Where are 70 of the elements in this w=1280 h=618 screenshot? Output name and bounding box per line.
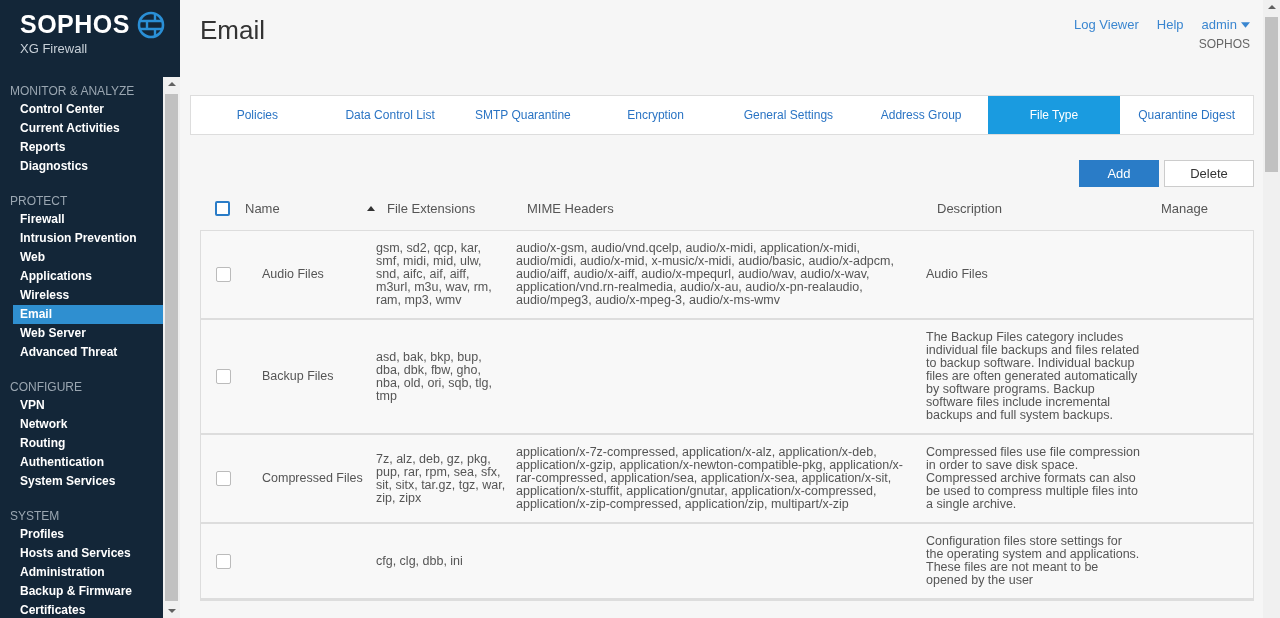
nav-item[interactable]: Network <box>13 415 163 434</box>
row-checkbox[interactable] <box>216 553 231 569</box>
nav-item[interactable]: Web <box>13 248 163 267</box>
nav-item[interactable]: Advanced Threat <box>13 343 163 362</box>
page-title: Email <box>200 15 265 47</box>
tab[interactable]: General Settings <box>722 96 855 134</box>
tab[interactable]: SMTP Quarantine <box>456 96 590 134</box>
nav-item[interactable]: Administration <box>13 563 163 582</box>
table-cell: Audio Files <box>926 267 988 281</box>
user-menu[interactable]: admin <box>1201 17 1250 32</box>
nav-section-heading: MONITOR & ANALYZE <box>9 83 136 100</box>
table-cell: asd, bak, bkp, bup, dba, dbk, fbw, gho, nba, old, ori, sqb, tlg, tmp <box>376 349 493 403</box>
column-header: File Extensions <box>387 201 476 216</box>
nav-item[interactable]: Certificates <box>13 601 163 618</box>
nav-item[interactable]: Email <box>13 305 163 324</box>
nav-item[interactable]: Control Center <box>13 100 163 119</box>
table-cell: gsm, sd2, qcp, kar, smf, midi, mid, ulw, snd, aifc, aif, aiff, m3url, m3u, wav, rm, ram, mp3, wmv <box>376 241 492 307</box>
table-cell: The Backup Files category includes individual file backups and files related to backup software. Individual backup files are often generated automatically by software programs. Backup software files include incremental backups and full system backups. <box>926 330 1140 422</box>
nav-item[interactable]: Intrusion Prevention <box>13 229 163 248</box>
table-cell: 7z, alz, deb, gz, pkg, pup, rar, rpm, sea, sfx, sit, sitx, tar.gz, tgz, war, zip, zipx <box>376 451 506 505</box>
table-cell: application/x-7z-compressed, application/x-alz, application/x-deb, application/x-gzip, application/x-newton-compatible-pkg, application/x-rar-compressed, application/sea, application/x-sea, application/x-sit, application/x-stuffit, application/gnutar, application/x-compressed, application/x-zip-compressed, application/zip, multipart/x-zip <box>516 445 903 511</box>
nav-section-heading: SYSTEM <box>9 508 61 525</box>
nav-item[interactable]: Routing <box>13 434 163 453</box>
nav-item[interactable]: Applications <box>13 267 163 286</box>
tab[interactable]: Encryption <box>589 96 722 134</box>
column-header[interactable]: Name <box>245 201 280 216</box>
tab[interactable]: Policies <box>191 96 324 134</box>
nav-item[interactable]: VPN <box>13 396 163 415</box>
organization-name: SOPHOS <box>1198 37 1250 51</box>
column-header: Manage <box>1161 201 1208 216</box>
nav-item[interactable]: Firewall <box>13 210 163 229</box>
globe-logo-icon <box>137 10 165 39</box>
table-cell: Compressed files use file compression in order to save disk space. Compressed archive formats can also be used to compress multiple files into a single archive. <box>926 445 1140 511</box>
tab[interactable]: Data Control List <box>323 96 457 134</box>
nav-item[interactable]: Hosts and Services <box>13 544 163 563</box>
nav-item[interactable]: Web Server <box>13 324 163 343</box>
header-link[interactable]: Log Viewer <box>1074 17 1139 32</box>
table-cell: cfg, clg, dbb, ini <box>376 553 463 568</box>
row-checkbox[interactable] <box>216 369 231 384</box>
column-header: MIME Headers <box>527 201 614 216</box>
row-checkbox[interactable] <box>216 267 231 282</box>
header-link[interactable]: Help <box>1156 17 1184 32</box>
nav-item[interactable]: Reports <box>13 138 163 157</box>
table-cell: audio/x-gsm, audio/vnd.qcelp, audio/x-midi, application/x-midi, audio/midi, audio/x-mid, x-music/x-midi, audio/basic, audio/x-adpcm, audio/aiff, audio/x-aiff, audio/x-mpequrl, audio/wav, audio/x-wav, application/vnd.rn-realmedia, audio/x-au, audio/x-pn-realaudio, audio/mpeg3, audio/x-mpeg-3, audio/x-ms-wmv <box>516 241 894 307</box>
logo-text: SOPHOS <box>20 10 130 39</box>
nav-item[interactable]: Wireless <box>13 286 163 305</box>
nav-item[interactable]: Current Activities <box>13 119 163 138</box>
nav-section-heading: CONFIGURE <box>9 379 83 396</box>
caret-icon <box>1241 21 1250 28</box>
row-checkbox[interactable] <box>216 471 231 486</box>
tab[interactable]: Address Group <box>854 96 988 134</box>
nav-item[interactable]: System Services <box>13 472 163 491</box>
table-cell: Audio Files <box>262 267 324 281</box>
tab[interactable]: Quarantine Digest <box>1120 96 1253 134</box>
select-all-checkbox[interactable] <box>215 201 230 216</box>
nav-item[interactable]: Authentication <box>13 453 163 472</box>
table-cell: Backup Files <box>262 369 334 383</box>
sidebar-scrollbar[interactable] <box>163 77 180 618</box>
nav-item[interactable]: Profiles <box>13 525 163 544</box>
table-cell: Configuration files store settings for the operating system and applications. These files are not meant to be opened by the user <box>926 534 1140 587</box>
sort-ascending-icon[interactable] <box>367 206 375 211</box>
delete-button[interactable]: Delete <box>1164 160 1254 187</box>
table-cell: Compressed Files <box>262 471 363 485</box>
nav-item[interactable]: Backup & Firmware <box>13 582 163 601</box>
product-name: XG Firewall <box>20 41 88 56</box>
column-header: Description <box>937 201 1003 216</box>
page-scrollbar[interactable] <box>1263 0 1280 618</box>
nav-item[interactable]: Diagnostics <box>13 157 163 176</box>
nav-section-heading: PROTECT <box>9 193 69 210</box>
add-button[interactable]: Add <box>1079 160 1159 187</box>
